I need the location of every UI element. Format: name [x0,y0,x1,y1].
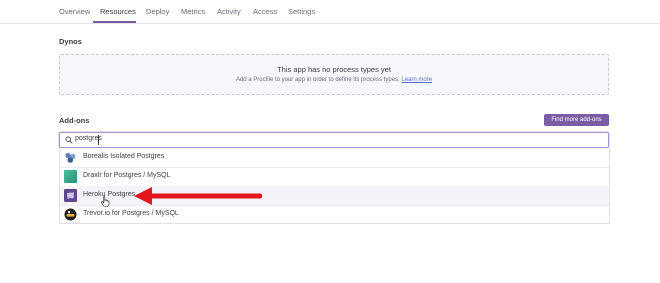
trevor-icon [64,208,77,221]
addon-result-label: Trevor.io for Postgres / MySQL [83,210,179,217]
tab-activity[interactable]: Activity [217,7,241,16]
text-caret [98,135,99,145]
empty-state-description: Add a Procfile to your app in order to d… [235,77,400,83]
empty-state-text: Add a Procfile to your app in order to d… [60,77,608,83]
addon-result-item[interactable]: Borealis Isolated Postgres [60,148,609,168]
tab-settings[interactable]: Settings [288,7,315,16]
search-icon [65,136,73,144]
addons-heading: Add-ons [59,116,90,125]
tab-access[interactable]: Access [253,7,277,16]
draxlr-icon [64,170,77,183]
addon-result-label: Draxlr for Postgres / MySQL [83,172,171,179]
addon-result-item[interactable]: Trevor.io for Postgres / MySQL [60,205,609,224]
borealis-icon [64,151,77,164]
tab-deploy[interactable]: Deploy [146,7,169,16]
empty-state-title: This app has no process types yet [277,65,391,74]
tab-metrics[interactable]: Metrics [181,7,205,16]
dynos-heading: Dynos [59,37,82,46]
active-tab-indicator [93,21,136,23]
tab-resources[interactable]: Resources [100,7,136,16]
addon-result-item[interactable]: Draxlr for Postgres / MySQL [60,167,609,187]
heroku-postgres-icon [64,189,77,202]
addon-search-input[interactable]: postgres [59,132,609,148]
annotation-arrow-icon [134,187,262,205]
hand-cursor-icon [101,196,110,207]
addon-result-label: Borealis Isolated Postgres [83,153,165,160]
tab-overview[interactable]: Overview [59,7,90,16]
resource-tabs-nav: Overview Resources Deploy Metrics Activi… [0,0,660,24]
dynos-empty-state: This app has no process types yet Add a … [59,54,609,95]
learn-more-link[interactable]: Learn more [401,77,432,83]
find-more-addons-button[interactable]: Find more add-ons [544,114,609,126]
